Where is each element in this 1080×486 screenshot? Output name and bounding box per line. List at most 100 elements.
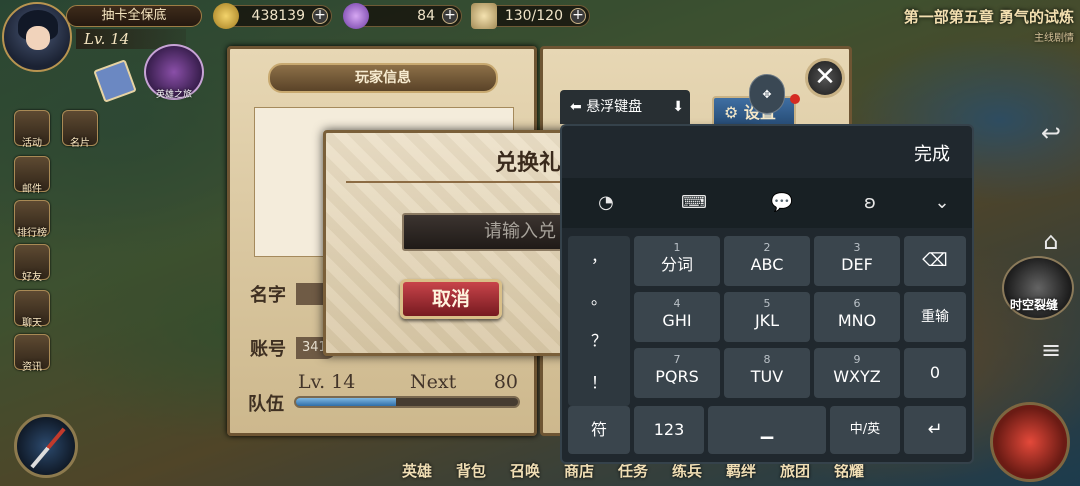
key-7-num: 7 bbox=[673, 353, 681, 366]
chapter-title: 第一部第五章 勇气的试炼 bbox=[903, 8, 1074, 26]
gacha-title-pill: 抽卡全保底 bbox=[66, 5, 202, 27]
crystal-value: 84 bbox=[417, 8, 435, 24]
compass-icon[interactable] bbox=[14, 414, 78, 478]
key-1[interactable]: 1 分词 bbox=[634, 236, 720, 286]
space-key-microphone-icon[interactable]: ▁ bbox=[708, 406, 826, 454]
punct-exclaim-key[interactable]: ！ bbox=[568, 362, 630, 404]
level-line: Lv. 14 Next 80 bbox=[298, 371, 518, 393]
key-5-num: 5 bbox=[763, 297, 771, 310]
composition-area bbox=[572, 136, 892, 168]
enter-key[interactable]: ↵ bbox=[904, 406, 966, 454]
key-3-main: DEF bbox=[841, 255, 873, 274]
panel-level: Lv. 14 bbox=[298, 371, 356, 393]
punct-period-key[interactable]: 。 bbox=[568, 278, 630, 320]
key-6-num: 6 bbox=[853, 297, 861, 310]
friends-label: 好友 bbox=[22, 272, 42, 283]
floating-keyboard-label: 悬浮键盘 bbox=[586, 99, 643, 115]
quick-phrase-icon[interactable]: 💬 bbox=[762, 188, 802, 218]
add-crystal-button[interactable]: + bbox=[442, 8, 458, 24]
system-home-icon[interactable]: ⌂ bbox=[1036, 226, 1066, 256]
nav-bag[interactable]: 背包 bbox=[444, 460, 498, 481]
baidu-bear-icon[interactable]: ʚ bbox=[850, 188, 890, 218]
hero-road-label: 英雄之旅 bbox=[155, 90, 192, 100]
chat-button[interactable]: 聊天 bbox=[14, 290, 50, 329]
rank-button[interactable]: 排行榜 bbox=[14, 200, 50, 239]
hero-road-button[interactable]: 英雄之旅 bbox=[144, 44, 204, 100]
language-switch-key[interactable]: 中/英 bbox=[830, 406, 900, 454]
key-1-num: 1 bbox=[673, 241, 681, 254]
key-1-main: 分词 bbox=[660, 255, 693, 274]
card-button[interactable]: 名片 bbox=[62, 110, 98, 149]
key-7-main: PQRS bbox=[655, 367, 699, 386]
floating-keyboard-header[interactable]: ⬅ 悬浮键盘 ⬇ bbox=[560, 90, 690, 124]
chapter-subtitle: 主线剧情 bbox=[1034, 33, 1074, 44]
chapter-banner[interactable]: 第一部第五章 勇气的试炼 主线剧情 bbox=[904, 6, 1074, 44]
team-label: 队伍 bbox=[248, 394, 284, 415]
key-8[interactable]: 8 TUV bbox=[724, 348, 810, 398]
avatar-face bbox=[26, 26, 50, 50]
punct-comma-key[interactable]: ， bbox=[568, 236, 630, 278]
top-bar: 抽卡全保底 Lv. 14 438139 + 84 + 130/120 + 第一部… bbox=[0, 0, 1080, 72]
number-mode-key[interactable]: 123 bbox=[634, 406, 704, 454]
done-button[interactable]: 完成 bbox=[914, 140, 950, 166]
key-6-main: MNO bbox=[837, 311, 877, 330]
keyboard-toolbar: ◔ ⌨ 💬 ʚ ⌄ bbox=[562, 178, 972, 228]
floating-keyboard: 完成 ◔ ⌨ 💬 ʚ ⌄ ， 。 ？ ！ 1 分词 2 ABC 3 DEF ⌫ 4 GH… bbox=[560, 124, 974, 464]
bread-icon bbox=[471, 3, 497, 29]
crystal-counter: 84 + bbox=[343, 3, 462, 29]
keyboard-move-handle-icon[interactable]: ✥ bbox=[749, 74, 785, 114]
system-menu-icon[interactable]: ≡ bbox=[1036, 335, 1066, 365]
time-rift-label: 时空裂缝 bbox=[1010, 298, 1059, 312]
punct-question-key[interactable]: ？ bbox=[568, 320, 630, 362]
add-gold-button[interactable]: + bbox=[312, 8, 328, 24]
name-label: 名字 bbox=[250, 285, 286, 306]
keyboard-layout-icon[interactable]: ⌨ bbox=[674, 188, 714, 218]
key-9[interactable]: 9 WXYZ bbox=[814, 348, 900, 398]
delete-key[interactable]: ⌫ bbox=[904, 236, 966, 286]
reinput-key[interactable]: 重输 bbox=[904, 292, 966, 342]
mail-button[interactable]: 邮件 bbox=[14, 156, 50, 195]
key-6[interactable]: 6 MNO bbox=[814, 292, 900, 342]
nav-heroes[interactable]: 英雄 bbox=[390, 460, 444, 481]
key-4-num: 4 bbox=[673, 297, 681, 310]
next-value: 80 bbox=[493, 371, 518, 393]
cancel-button[interactable]: 取消 bbox=[400, 279, 502, 319]
keyboard-composition-bar: 完成 bbox=[562, 126, 972, 178]
punctuation-column: ， 。 ？ ！ bbox=[568, 236, 630, 406]
news-label: 资讯 bbox=[22, 362, 42, 373]
battle-button[interactable] bbox=[990, 402, 1070, 482]
key-4-main: GHI bbox=[662, 311, 692, 330]
emoji-face-icon[interactable]: ◔ bbox=[586, 188, 626, 218]
key-5[interactable]: 5 JKL bbox=[724, 292, 810, 342]
gold-icon bbox=[213, 3, 239, 29]
key-3[interactable]: 3 DEF bbox=[814, 236, 900, 286]
key-3-num: 3 bbox=[853, 241, 861, 254]
stamina-counter: 130/120 + bbox=[471, 3, 590, 29]
xp-progress-bar bbox=[294, 396, 520, 408]
key-7[interactable]: 7 PQRS bbox=[634, 348, 720, 398]
key-2[interactable]: 2 ABC bbox=[724, 236, 810, 286]
hide-keyboard-chevron-icon[interactable]: ⌄ bbox=[922, 188, 962, 218]
symbol-key[interactable]: 符 bbox=[568, 406, 630, 454]
zero-key[interactable]: 0 bbox=[904, 348, 966, 398]
xp-progress-fill bbox=[296, 398, 396, 406]
nav-summon[interactable]: 召唤 bbox=[498, 460, 552, 481]
card-label: 名片 bbox=[70, 138, 90, 149]
rank-label: 排行榜 bbox=[17, 228, 47, 239]
next-label: Next bbox=[410, 371, 457, 393]
events-button[interactable]: 活动 bbox=[14, 110, 50, 149]
friends-button[interactable]: 好友 bbox=[14, 244, 50, 283]
gold-value: 438139 bbox=[251, 8, 305, 24]
mail-label: 邮件 bbox=[22, 184, 42, 195]
player-avatar[interactable] bbox=[2, 2, 72, 72]
close-button[interactable]: ✕ bbox=[805, 58, 845, 98]
key-2-num: 2 bbox=[763, 241, 771, 254]
notification-dot bbox=[790, 94, 800, 104]
gold-counter: 438139 + bbox=[213, 3, 332, 29]
events-label: 活动 bbox=[22, 138, 42, 149]
system-back-icon[interactable]: ↩ bbox=[1036, 118, 1066, 148]
add-stamina-button[interactable]: + bbox=[570, 8, 586, 24]
collapse-arrow-icon[interactable]: ⬇ bbox=[672, 90, 684, 124]
news-button[interactable]: 资讯 bbox=[14, 334, 50, 373]
key-4[interactable]: 4 GHI bbox=[634, 292, 720, 342]
